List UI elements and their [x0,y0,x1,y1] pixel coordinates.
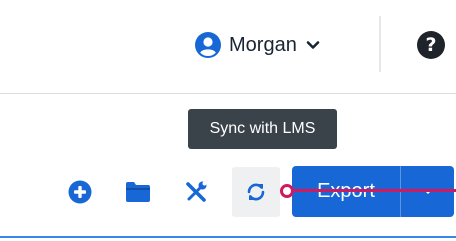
tools-icon [186,181,207,202]
plus-circle-icon [68,180,92,204]
user-menu[interactable]: Morgan [195,30,321,60]
open-folder-button[interactable] [118,167,158,217]
chevron-down-icon [306,41,320,49]
help-glyph: ? [425,34,437,56]
sync-lms-button[interactable] [232,167,280,217]
cursor-pointer-dot [280,184,294,198]
settings-tools-button[interactable] [176,167,216,217]
toolbar-bottom-border [0,236,456,238]
folder-icon [126,182,150,202]
sync-tooltip: Sync with LMS [188,109,337,149]
sync-icon [247,183,265,201]
user-name: Morgan [229,33,297,56]
add-button[interactable] [60,167,100,217]
tooltip-text: Sync with LMS [209,120,316,137]
top-header: Morgan ? [0,0,456,94]
user-circle-icon [195,32,221,58]
header-divider [379,16,381,72]
help-icon[interactable]: ? [417,31,445,59]
cursor-pointer-line [294,189,456,192]
